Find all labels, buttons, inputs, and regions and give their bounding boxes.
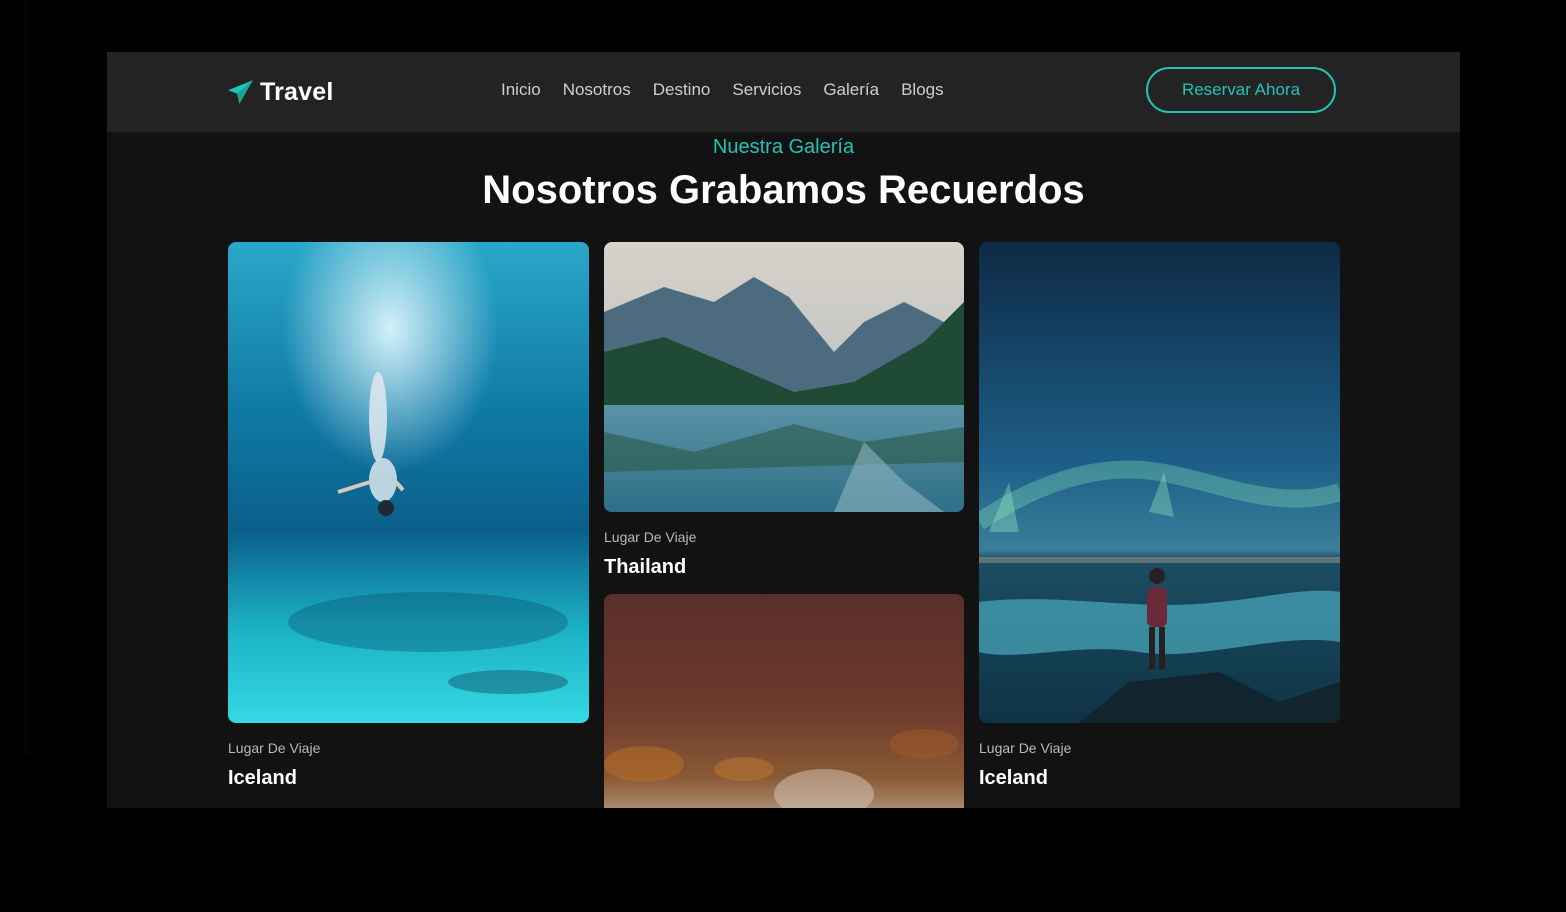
page-frame: Travel Inicio Nosotros Destino Servicios… bbox=[107, 52, 1460, 808]
gallery-image-autumn-forest[interactable] bbox=[604, 594, 964, 808]
autumn-forest-photo bbox=[604, 594, 964, 808]
card-label-4: Lugar De Viaje bbox=[979, 740, 1072, 756]
aurora-night-photo bbox=[979, 242, 1340, 723]
nav-link-blogs[interactable]: Blogs bbox=[901, 80, 944, 100]
gallery-image-mountain-lake[interactable] bbox=[604, 242, 964, 512]
nav-link-nosotros[interactable]: Nosotros bbox=[563, 80, 631, 100]
section-title: Nosotros Grabamos Recuerdos bbox=[482, 168, 1085, 212]
brand-logo[interactable]: Travel bbox=[227, 76, 333, 108]
card-place-2[interactable]: Thailand bbox=[604, 556, 686, 579]
nav-link-galeria[interactable]: Galería bbox=[823, 80, 879, 100]
gallery-image-underwater[interactable] bbox=[228, 242, 589, 723]
nav-link-inicio[interactable]: Inicio bbox=[501, 80, 541, 100]
card-place-1[interactable]: Iceland bbox=[228, 767, 297, 790]
card-label-1: Lugar De Viaje bbox=[228, 740, 321, 756]
nav-link-destino[interactable]: Destino bbox=[653, 80, 711, 100]
brand-name: Travel bbox=[260, 77, 334, 106]
page-edge-line bbox=[25, 0, 26, 755]
underwater-diver-photo bbox=[228, 242, 589, 723]
gallery-image-aurora[interactable] bbox=[979, 242, 1340, 723]
card-label-2: Lugar De Viaje bbox=[604, 529, 697, 545]
paper-plane-icon bbox=[228, 79, 253, 104]
section-eyebrow: Nuestra Galería bbox=[712, 136, 855, 158]
book-now-button[interactable]: Reservar Ahora bbox=[1146, 67, 1336, 113]
nav-link-servicios[interactable]: Servicios bbox=[732, 80, 801, 100]
mountain-lake-photo bbox=[604, 242, 964, 512]
main-nav: Inicio Nosotros Destino Servicios Galerí… bbox=[501, 80, 944, 100]
navbar: Travel Inicio Nosotros Destino Servicios… bbox=[107, 52, 1460, 132]
card-place-4[interactable]: Iceland bbox=[979, 767, 1048, 790]
